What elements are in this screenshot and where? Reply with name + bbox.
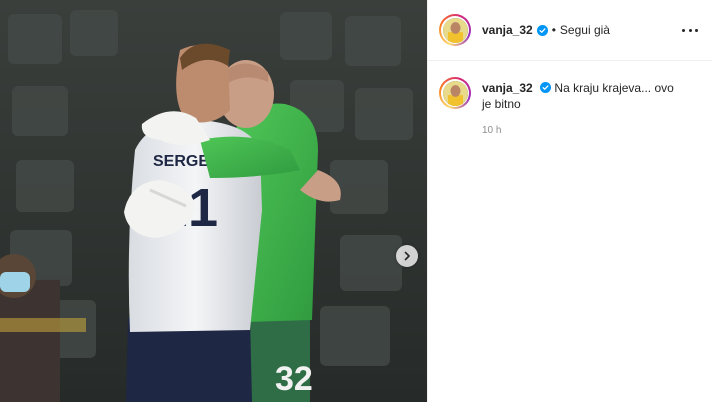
post-caption: vanja_32 Na kraju krajeva... ovo je bitn… <box>428 61 712 112</box>
profile-avatar[interactable] <box>439 14 471 46</box>
caption-body: vanja_32 Na kraju krajeva... ovo je bitn… <box>482 77 682 112</box>
header-username[interactable]: vanja_32 <box>482 23 533 37</box>
more-dot <box>682 28 685 32</box>
avatar-photo <box>442 80 468 106</box>
post-header: vanja_32 • Segui già <box>428 0 712 61</box>
chevron-right-icon <box>404 251 410 261</box>
verified-badge-icon <box>536 24 548 36</box>
shorts-number: 32 <box>275 360 313 398</box>
post-timestamp[interactable]: 10 h <box>482 125 712 136</box>
avatar-image <box>442 17 468 43</box>
avatar-photo <box>442 17 468 43</box>
caption-avatar[interactable] <box>439 77 471 109</box>
avatar-ring <box>441 79 469 107</box>
more-options-icon[interactable] <box>682 22 698 38</box>
post-media[interactable]: 32 SERGEJ 21 <box>0 0 427 402</box>
more-dot <box>695 28 698 32</box>
more-dot <box>688 28 692 32</box>
header-separator: • <box>551 23 556 37</box>
instagram-post: 32 SERGEJ 21 <box>0 0 712 402</box>
verified-badge-icon <box>540 82 552 93</box>
post-photo: 32 SERGEJ 21 <box>0 0 427 402</box>
next-image-button[interactable] <box>396 245 418 267</box>
avatar-image <box>442 80 468 106</box>
following-button[interactable]: Segui già <box>560 23 610 37</box>
caption-username[interactable]: vanja_32 <box>482 81 533 95</box>
post-side-panel: vanja_32 • Segui già vanja_32 Na kraju k… <box>427 0 712 402</box>
avatar-ring <box>441 16 469 44</box>
